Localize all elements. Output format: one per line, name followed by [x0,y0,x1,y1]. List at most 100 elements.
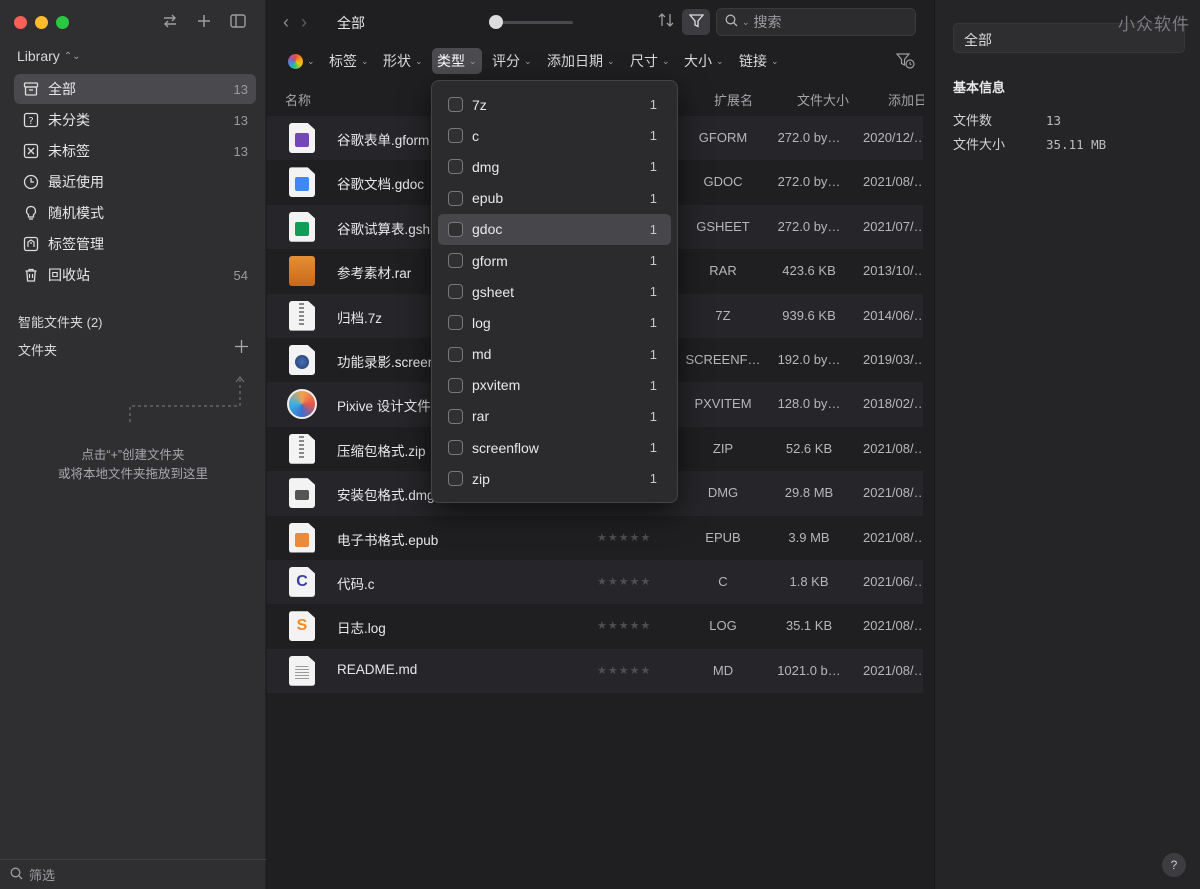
filter-chip-shape[interactable]: 形状 ⌄ [378,48,428,74]
pixive-app-icon [287,389,317,420]
checkbox[interactable] [448,471,463,487]
library-selector[interactable]: Library ⌃⌄ [17,48,81,64]
type-filter-dropdown: 7z 1 c1 dmg 1 epub 1 gdoc 1 gform 1 gsheet 1 l… [431,80,678,503]
type-option-gdoc[interactable]: gdoc 1 [438,213,671,245]
checkbox[interactable] [448,190,463,206]
chevron-down-icon: ⌄ [361,55,369,66]
file-date: 2019/03/… [863,351,923,367]
sidebar-item-tag-manager[interactable]: 标签管理 [14,229,256,259]
filter-chip-size[interactable]: 大小 ⌄ [679,48,729,74]
rating-stars[interactable]: ★★★★★ [597,619,651,632]
inspector-panel: 全部 小众软件 基本信息 文件数 13 文件大小 35.11 MB ? [934,0,1200,889]
add-icon[interactable] [195,12,213,30]
table-row[interactable]: README.md ★★★★★ MD 1021.0 b… 2021/08/… [267,648,923,694]
sort-icon[interactable] [657,12,675,31]
table-row[interactable]: S 日志.log ★★★★★ LOG 35.1 KB 2021/08/… [267,604,923,648]
checkbox[interactable] [448,97,463,113]
type-option-epub[interactable]: epub 1 [438,183,671,214]
zoom-slider[interactable] [489,15,573,29]
type-option-dmg[interactable]: dmg 1 [438,151,671,182]
rating-stars[interactable]: ★★★★★ [597,664,651,677]
checkbox[interactable] [448,377,463,393]
checkbox[interactable] [448,253,463,269]
sidebar-item-untagged[interactable]: 未标签 13 [14,136,256,166]
filter-chip-date-added[interactable]: 添加日期 ⌄ [542,48,620,74]
file-date: 2021/08/… [863,618,923,634]
type-option-log[interactable]: log 1 [438,307,671,338]
option-count: 1 [649,159,657,175]
table-row[interactable]: 电子书格式.epub ★★★★★ EPUB 3.9 MB 2021/08/… [267,516,923,560]
rating-stars[interactable]: ★★★★★ [597,531,651,544]
question-icon: ? [22,111,40,129]
sidebar-filter[interactable]: 筛选 [0,859,266,889]
c-source-icon: C [289,566,315,597]
checkbox[interactable] [448,221,463,237]
checkbox[interactable] [448,159,463,175]
file-size: 128.0 by… [777,396,841,412]
checkbox[interactable] [448,315,463,331]
sidebar-item-count: 13 [233,112,248,128]
type-option-rar[interactable]: rar 1 [438,401,671,432]
filter-chip-label: 标签 [329,53,357,69]
help-button[interactable]: ? [1162,853,1186,877]
type-option-md[interactable]: md 1 [438,339,671,370]
file-name: 电子书格式.epub [337,532,439,548]
file-size: 939.6 KB [782,307,836,323]
search-input[interactable]: ⌄ 搜索 [716,8,916,36]
sidebar-item-all[interactable]: 全部 13 [14,74,256,104]
sidebar-toggle-icon[interactable] [229,12,247,30]
type-option-screenflow[interactable]: screenflow 1 [438,432,671,463]
rating-stars[interactable]: ★★★★★ [597,575,651,588]
type-option-7z[interactable]: 7z 1 [438,89,671,120]
clear-filter-icon[interactable] [895,52,916,73]
smart-folders-header[interactable]: 智能文件夹 (2) [18,312,103,331]
chevron-down-icon: ⌄ [742,16,750,27]
checkbox[interactable] [448,284,463,300]
sidebar-item-random[interactable]: 随机模式 [14,198,256,228]
type-option-gsheet[interactable]: gsheet 1 [438,276,671,307]
chevron-down-icon: ⌄ [415,55,423,66]
file-extension: GDOC [703,174,743,190]
funnel-icon [688,13,704,31]
checkbox[interactable] [448,346,463,362]
type-option-zip[interactable]: zip 1 [438,463,671,494]
filter-toggle-button[interactable] [682,9,710,35]
color-filter[interactable]: ⌄ [283,48,320,74]
type-option-pxvitem[interactable]: pxvitem 1 [438,370,671,401]
file-date: 2021/08/… [863,440,923,456]
column-name[interactable]: 名称 [285,90,311,109]
sidebar-item-uncategorized[interactable]: ? 未分类 13 [14,105,256,135]
untagged-icon [22,142,40,160]
column-date-added[interactable]: 添加日期 [888,90,924,109]
swap-icon[interactable] [161,12,179,30]
filter-chip-link[interactable]: 链接 ⌄ [734,48,784,74]
back-icon[interactable]: ‹ [283,12,289,33]
sidebar-item-recent[interactable]: 最近使用 [14,167,256,197]
column-extension[interactable]: 扩展名 [714,90,753,109]
minimize-window-button[interactable] [35,16,48,29]
forward-icon[interactable]: › [301,12,307,33]
column-file-size[interactable]: 文件大小 [797,90,849,109]
zoom-slider-knob[interactable] [489,15,503,29]
table-row[interactable]: C 代码.c ★★★★★ C 1.8 KB 2021/06/… [267,559,923,605]
checkbox[interactable] [448,128,463,144]
filter-chip-dimensions[interactable]: 尺寸 ⌄ [625,48,675,74]
maximize-window-button[interactable] [56,16,69,29]
checkbox[interactable] [448,440,463,456]
filter-chip-tags[interactable]: 标签 ⌄ [324,48,374,74]
filter-chip-type[interactable]: 类型 ⌄ [432,48,482,74]
close-window-button[interactable] [14,16,27,29]
filter-chip-label: 评分 [492,53,520,69]
search-icon [10,867,23,883]
sidebar-item-trash[interactable]: 回收站 54 [14,260,256,290]
watermark: 小众软件 [1118,15,1190,34]
checkbox[interactable] [448,408,463,424]
file-name: 谷歌试算表.gsh [337,221,431,237]
file-extension: SCREENF… [685,351,761,367]
file-name: 归档.7z [337,310,383,326]
type-option-gform[interactable]: gform 1 [438,245,671,276]
type-option-c[interactable]: c1 [438,120,671,151]
add-folder-icon[interactable] [235,340,248,359]
sidebar-item-label: 随机模式 [48,205,104,221]
filter-chip-rating[interactable]: 评分 ⌄ [487,48,537,74]
